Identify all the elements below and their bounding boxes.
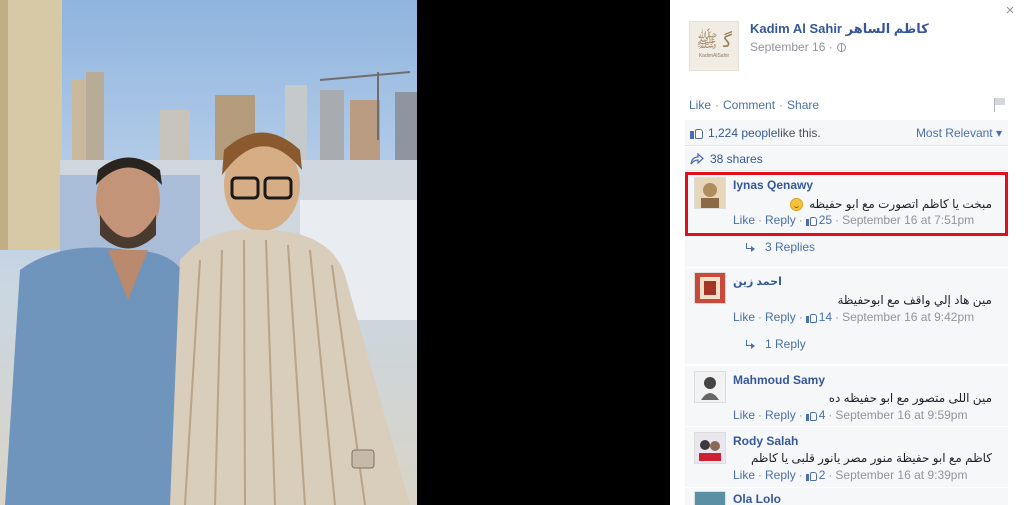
close-icon[interactable]: × [1002, 2, 1018, 20]
comment-item: Mahmoud Samy مين اللى متصور مع ابو حفيظه… [685, 366, 1008, 426]
comment-body: مين اللى متصور مع ابو حفيظه ده [828, 391, 992, 405]
commenter-name[interactable]: احمد زين [733, 275, 782, 288]
share-arrow-icon [690, 152, 704, 165]
comment-button[interactable]: Comment [723, 98, 775, 112]
comment-like-count[interactable]: 14 [805, 310, 833, 324]
comment-body: مين هاد إلي واقف مع ابوحفيظة [837, 293, 992, 307]
comment-meta: Like · Reply · 2 · September 16 at 9:39p… [733, 468, 967, 482]
commenter-avatar[interactable] [694, 432, 726, 464]
separator: · [758, 213, 763, 227]
separator: · [835, 310, 840, 324]
comment-meta: Like · Reply · 25 · September 16 at 7:51… [733, 213, 974, 227]
separator: · [828, 468, 833, 482]
shares-count-link[interactable]: 38 shares [710, 152, 763, 166]
comment-like-button[interactable]: Like [733, 213, 755, 227]
likes-summary: 1,224 people like this. Most Relevant ▾ [685, 120, 1008, 146]
commenter-name[interactable]: Mahmoud Samy [733, 373, 825, 387]
commenter-avatar[interactable] [694, 272, 726, 304]
commenter-name[interactable]: Ola Lolo [733, 492, 781, 505]
commenter-name[interactable]: Iynas Qenawy [733, 178, 813, 192]
like-thumb-icon [690, 126, 703, 139]
sort-comments-dropdown[interactable]: Most Relevant ▾ [916, 126, 1002, 140]
signature-logo-icon: ﮔ ﷺ [695, 31, 733, 52]
separator: · [758, 310, 763, 324]
commenter-name[interactable]: Rody Salah [733, 434, 798, 448]
comment-time[interactable]: September 16 at 9:42pm [842, 310, 974, 324]
commenter-avatar[interactable] [694, 177, 726, 209]
comment-like-count[interactable]: 4 [805, 408, 826, 422]
comment-time[interactable]: September 16 at 7:51pm [842, 213, 974, 227]
comment-reply-button[interactable]: Reply [765, 213, 796, 227]
commenter-avatar[interactable] [694, 491, 726, 505]
comment-reply-button[interactable]: Reply [765, 408, 796, 422]
separator: · [798, 213, 803, 227]
replies-count[interactable]: 1 Reply [765, 337, 806, 351]
comment-like-count[interactable]: 2 [805, 468, 826, 482]
post-side-panel: × ﮔ ﷺ KadimAlSahir Kadim Al Sahir كاظم ا… [670, 0, 1024, 505]
page-name-link[interactable]: Kadim Al Sahir كاظم الساهر [750, 21, 929, 37]
comment-like-count-value: 25 [818, 213, 833, 227]
comment-like-count-value: 4 [818, 408, 826, 422]
comment-like-count-value: 14 [818, 310, 833, 324]
separator: · [828, 408, 833, 422]
comment-reply-button[interactable]: Reply [765, 310, 796, 324]
comment-item: Iynas Qenawy مبخت يا كاظم اتصورت مع ابو … [685, 172, 1008, 267]
like-thumb-icon [805, 215, 817, 226]
photo-scene [0, 0, 417, 505]
avatar-caption: KadimAlSahir [698, 53, 730, 59]
post-date[interactable]: September 16 · [750, 40, 833, 54]
comment-body: مبخت يا كاظم اتصورت مع ابو حفيظه [809, 197, 992, 211]
like-thumb-icon [805, 470, 817, 481]
smile-emoji-icon [789, 198, 803, 212]
likes-count-link[interactable]: 1,224 people [708, 126, 777, 140]
view-replies-link[interactable]: 3 Replies [745, 240, 815, 254]
like-button[interactable]: Like [689, 98, 711, 112]
comment-time[interactable]: September 16 at 9:39pm [835, 468, 967, 482]
likes-suffix: like this. [777, 125, 821, 140]
comment-like-count-value: 2 [818, 468, 826, 482]
comment-meta: Like · Reply · 14 · September 16 at 9:42… [733, 310, 974, 324]
comment-item: Rody Salah كاظم مع ابو حفيظة منور مصر يا… [685, 427, 1008, 487]
flag-icon[interactable] [994, 98, 1006, 112]
reply-arrow-icon [745, 339, 755, 349]
like-thumb-icon [805, 410, 817, 421]
separator: · [758, 408, 763, 422]
comment-like-button[interactable]: Like [733, 468, 755, 482]
commenter-avatar[interactable] [694, 371, 726, 403]
post-actions: Like · Comment · Share [689, 98, 819, 112]
page-avatar[interactable]: ﮔ ﷺ KadimAlSahir [689, 21, 739, 71]
comment-item: Ola Lolo [685, 488, 1008, 505]
post-timestamp[interactable]: September 16 · [750, 40, 846, 54]
comment-body: كاظم مع ابو حفيظة منور مصر يانور قلبى يا… [750, 451, 992, 465]
separator: · [798, 310, 803, 324]
globe-icon [836, 42, 846, 52]
comment-like-count[interactable]: 25 [805, 213, 833, 227]
separator: · [715, 98, 720, 112]
comment-reply-button[interactable]: Reply [765, 468, 796, 482]
comment-meta: Like · Reply · 4 · September 16 at 9:59p… [733, 408, 967, 422]
comment-like-button[interactable]: Like [733, 310, 755, 324]
comment-like-button[interactable]: Like [733, 408, 755, 422]
separator: · [798, 468, 803, 482]
comment-text: مبخت يا كاظم اتصورت مع ابو حفيظه [789, 197, 992, 212]
view-replies-link[interactable]: 1 Reply [745, 337, 806, 351]
post-photo[interactable] [0, 0, 417, 505]
comment-time[interactable]: September 16 at 9:59pm [835, 408, 967, 422]
shares-summary: 38 shares [685, 147, 1008, 171]
comment-item: احمد زين مين هاد إلي واقف مع ابوحفيظة Li… [685, 268, 1008, 364]
like-thumb-icon [805, 312, 817, 323]
separator: · [798, 408, 803, 422]
separator: · [835, 213, 840, 227]
separator: · [779, 98, 784, 112]
theater-background [417, 0, 670, 505]
share-button[interactable]: Share [787, 98, 819, 112]
separator: · [758, 468, 763, 482]
reply-arrow-icon [745, 242, 755, 252]
replies-count[interactable]: 3 Replies [765, 240, 815, 254]
